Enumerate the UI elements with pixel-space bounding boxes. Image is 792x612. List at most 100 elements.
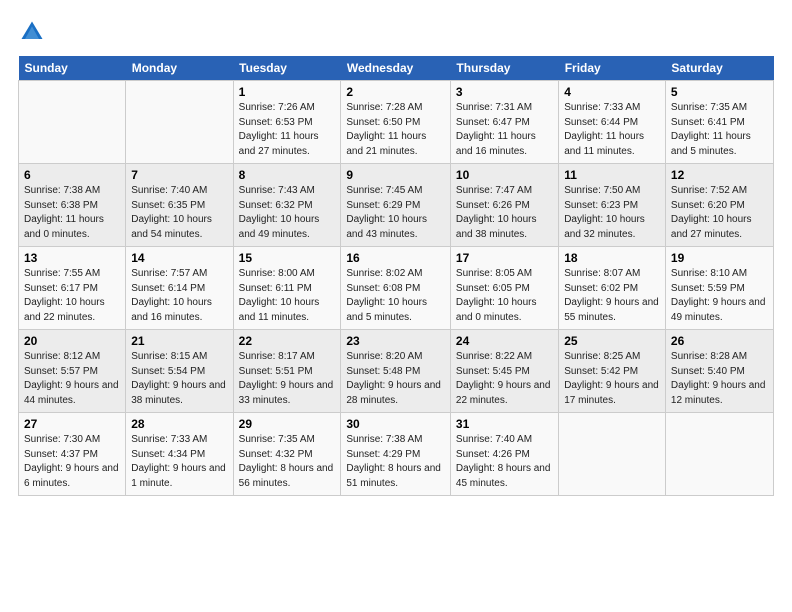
day-info: Sunrise: 7:35 AMSunset: 6:41 PMDaylight:… [671, 101, 768, 159]
day-cell: 19 Sunrise: 8:10 AMSunset: 5:59 PMDayligh… [665, 247, 773, 330]
day-cell: 1 Sunrise: 7:26 AMSunset: 6:53 PMDaylight… [233, 81, 341, 164]
day-number: 25 [564, 334, 660, 348]
day-cell: 18Sunrise: 8:07 AMSunset: 6:02 PMDayligh… [559, 247, 666, 330]
day-info: Sunrise: 7:47 AMSunset: 6:26 PMDaylight:… [456, 184, 553, 242]
day-cell: 4 Sunrise: 7:33 AMSunset: 6:44 PMDaylight… [559, 81, 666, 164]
day-info: Sunrise: 7:35 AMSunset: 4:32 PMDaylight:… [239, 433, 336, 491]
day-cell: 16 Sunrise: 8:02 AMSunset: 6:08 PMDayligh… [341, 247, 451, 330]
day-cell: 8 Sunrise: 7:43 AMSunset: 6:32 PMDaylight… [233, 164, 341, 247]
logo-icon [18, 18, 46, 46]
day-info: Sunrise: 7:33 AMSunset: 6:44 PMDaylight:… [564, 101, 660, 159]
day-info: Sunrise: 7:45 AMSunset: 6:29 PMDaylight:… [346, 184, 445, 242]
day-cell: 12Sunrise: 7:52 AMSunset: 6:20 PMDayligh… [665, 164, 773, 247]
day-cell: 6 Sunrise: 7:38 AMSunset: 6:38 PMDaylight… [19, 164, 126, 247]
day-cell [559, 413, 666, 496]
day-info: Sunrise: 7:43 AMSunset: 6:32 PMDaylight:… [239, 184, 336, 242]
day-cell: 20 Sunrise: 8:12 AMSunset: 5:57 PMDayligh… [19, 330, 126, 413]
day-number: 20 [24, 334, 120, 348]
day-cell: 11Sunrise: 7:50 AMSunset: 6:23 PMDayligh… [559, 164, 666, 247]
day-number: 6 [24, 168, 120, 182]
day-cell: 9 Sunrise: 7:45 AMSunset: 6:29 PMDaylight… [341, 164, 451, 247]
header-cell-sunday: Sunday [19, 56, 126, 81]
day-info: Sunrise: 8:15 AMSunset: 5:54 PMDaylight:… [131, 350, 227, 408]
day-number: 21 [131, 334, 227, 348]
day-cell: 29 Sunrise: 7:35 AMSunset: 4:32 PMDayligh… [233, 413, 341, 496]
header-cell-tuesday: Tuesday [233, 56, 341, 81]
day-info: Sunrise: 8:12 AMSunset: 5:57 PMDaylight:… [24, 350, 120, 408]
page: SundayMondayTuesdayWednesdayThursdayFrid… [0, 0, 792, 612]
header-row: SundayMondayTuesdayWednesdayThursdayFrid… [19, 56, 774, 81]
day-number: 2 [346, 85, 445, 99]
day-info: Sunrise: 7:26 AMSunset: 6:53 PMDaylight:… [239, 101, 336, 159]
day-number: 14 [131, 251, 227, 265]
week-row-1: 1 Sunrise: 7:26 AMSunset: 6:53 PMDaylight… [19, 81, 774, 164]
header-cell-monday: Monday [126, 56, 233, 81]
day-number: 8 [239, 168, 336, 182]
day-info: Sunrise: 7:50 AMSunset: 6:23 PMDaylight:… [564, 184, 660, 242]
day-number: 29 [239, 417, 336, 431]
day-number: 10 [456, 168, 553, 182]
day-info: Sunrise: 8:10 AMSunset: 5:59 PMDaylight:… [671, 267, 768, 325]
header-cell-wednesday: Wednesday [341, 56, 451, 81]
day-cell: 15Sunrise: 8:00 AMSunset: 6:11 PMDayligh… [233, 247, 341, 330]
day-number: 16 [346, 251, 445, 265]
day-info: Sunrise: 8:22 AMSunset: 5:45 PMDaylight:… [456, 350, 553, 408]
day-info: Sunrise: 7:55 AMSunset: 6:17 PMDaylight:… [24, 267, 120, 325]
day-number: 5 [671, 85, 768, 99]
day-cell: 5 Sunrise: 7:35 AMSunset: 6:41 PMDaylight… [665, 81, 773, 164]
day-info: Sunrise: 8:28 AMSunset: 5:40 PMDaylight:… [671, 350, 768, 408]
day-info: Sunrise: 8:17 AMSunset: 5:51 PMDaylight:… [239, 350, 336, 408]
day-cell: 24 Sunrise: 8:22 AMSunset: 5:45 PMDayligh… [450, 330, 558, 413]
day-info: Sunrise: 7:33 AMSunset: 4:34 PMDaylight:… [131, 433, 227, 491]
header [18, 18, 774, 46]
header-cell-friday: Friday [559, 56, 666, 81]
day-cell: 21 Sunrise: 8:15 AMSunset: 5:54 PMDayligh… [126, 330, 233, 413]
week-row-5: 27 Sunrise: 7:30 AMSunset: 4:37 PMDayligh… [19, 413, 774, 496]
day-cell: 25Sunrise: 8:25 AMSunset: 5:42 PMDayligh… [559, 330, 666, 413]
header-cell-thursday: Thursday [450, 56, 558, 81]
day-cell: 10 Sunrise: 7:47 AMSunset: 6:26 PMDayligh… [450, 164, 558, 247]
day-number: 23 [346, 334, 445, 348]
day-number: 22 [239, 334, 336, 348]
logo [18, 18, 50, 46]
day-cell: 13 Sunrise: 7:55 AMSunset: 6:17 PMDayligh… [19, 247, 126, 330]
day-info: Sunrise: 7:31 AMSunset: 6:47 PMDaylight:… [456, 101, 553, 159]
week-row-2: 6 Sunrise: 7:38 AMSunset: 6:38 PMDaylight… [19, 164, 774, 247]
day-info: Sunrise: 8:20 AMSunset: 5:48 PMDaylight:… [346, 350, 445, 408]
day-cell [19, 81, 126, 164]
week-row-3: 13 Sunrise: 7:55 AMSunset: 6:17 PMDayligh… [19, 247, 774, 330]
day-number: 7 [131, 168, 227, 182]
day-number: 26 [671, 334, 768, 348]
day-number: 19 [671, 251, 768, 265]
day-info: Sunrise: 7:40 AMSunset: 6:35 PMDaylight:… [131, 184, 227, 242]
day-cell: 30Sunrise: 7:38 AMSunset: 4:29 PMDayligh… [341, 413, 451, 496]
day-cell: 14Sunrise: 7:57 AMSunset: 6:14 PMDayligh… [126, 247, 233, 330]
day-number: 13 [24, 251, 120, 265]
day-number: 30 [346, 417, 445, 431]
day-cell: 7 Sunrise: 7:40 AMSunset: 6:35 PMDaylight… [126, 164, 233, 247]
day-cell: 31Sunrise: 7:40 AMSunset: 4:26 PMDayligh… [450, 413, 558, 496]
day-number: 27 [24, 417, 120, 431]
calendar-table: SundayMondayTuesdayWednesdayThursdayFrid… [18, 56, 774, 496]
day-cell: 27 Sunrise: 7:30 AMSunset: 4:37 PMDayligh… [19, 413, 126, 496]
day-info: Sunrise: 8:02 AMSunset: 6:08 PMDaylight:… [346, 267, 445, 325]
day-info: Sunrise: 7:30 AMSunset: 4:37 PMDaylight:… [24, 433, 120, 491]
day-number: 17 [456, 251, 553, 265]
day-number: 3 [456, 85, 553, 99]
day-cell: 2 Sunrise: 7:28 AMSunset: 6:50 PMDaylight… [341, 81, 451, 164]
day-info: Sunrise: 7:38 AMSunset: 6:38 PMDaylight:… [24, 184, 120, 242]
day-info: Sunrise: 7:40 AMSunset: 4:26 PMDaylight:… [456, 433, 553, 491]
day-number: 4 [564, 85, 660, 99]
day-cell: 23 Sunrise: 8:20 AMSunset: 5:48 PMDayligh… [341, 330, 451, 413]
day-cell [126, 81, 233, 164]
day-cell: 17Sunrise: 8:05 AMSunset: 6:05 PMDayligh… [450, 247, 558, 330]
day-number: 1 [239, 85, 336, 99]
day-number: 9 [346, 168, 445, 182]
day-cell: 28Sunrise: 7:33 AMSunset: 4:34 PMDayligh… [126, 413, 233, 496]
day-info: Sunrise: 8:00 AMSunset: 6:11 PMDaylight:… [239, 267, 336, 325]
day-number: 12 [671, 168, 768, 182]
day-info: Sunrise: 7:28 AMSunset: 6:50 PMDaylight:… [346, 101, 445, 159]
header-cell-saturday: Saturday [665, 56, 773, 81]
day-info: Sunrise: 8:07 AMSunset: 6:02 PMDaylight:… [564, 267, 660, 325]
day-number: 24 [456, 334, 553, 348]
